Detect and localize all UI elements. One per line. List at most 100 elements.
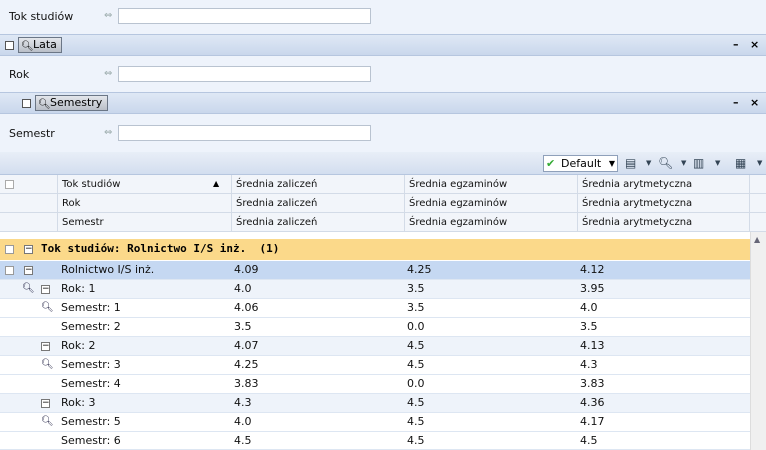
filter-tok-input[interactable] [118,8,371,24]
sort-asc-icon: ▲ [213,179,220,188]
filter-rok-arrow-icon: ⇔ [104,68,113,79]
drilldown-icon[interactable]: 🔍︎ [41,359,54,370]
row-egzaminow: 0.0 [407,320,425,333]
table-row[interactable]: 🔍︎ − Rok: 1 4.0 3.5 3.95 [0,280,750,299]
minimize-icon[interactable]: – [733,96,739,109]
panel-semestry-checkbox[interactable] [22,99,31,108]
close-icon[interactable]: × [750,96,759,109]
select-all-checkbox[interactable] [5,180,14,189]
row-name: Semestr: 1 [61,301,121,314]
header-cell[interactable]: Średnia egzaminów [404,194,577,213]
chevron-down-icon[interactable]: ▼ [715,159,720,167]
table-row[interactable]: − Rok: 3 4.3 4.5 4.36 [0,394,750,413]
header-cell[interactable]: Tok studiów [57,175,231,194]
table-row[interactable]: − Rok: 2 4.07 4.5 4.13 [0,337,750,356]
header-cell[interactable]: Średnia egzaminów [404,175,577,194]
group-row[interactable]: − Tok studiów: Rolnictwo I/S inż. (1) [0,239,750,260]
row-egzaminow: 4.5 [407,434,425,447]
filter-tok-row: Tok studiów ⇔ [0,0,766,34]
table-row[interactable]: − Rolnictwo I/S inż. 4.09 4.25 4.12 [0,261,750,280]
view-select[interactable]: ✔ Default ▼ [543,155,618,172]
filter-semestr-arrow-icon: ⇔ [104,127,113,138]
row-name: Semestr: 3 [61,358,121,371]
row-egzaminow: 3.5 [407,301,425,314]
minimize-icon[interactable]: – [733,38,739,51]
panel-lata-bar: 🔍︎ Lata – × [0,34,766,56]
panel-semestry-label: Semestry [50,96,103,109]
row-egzaminow: 4.5 [407,415,425,428]
drilldown-icon[interactable]: 🔍︎ [41,302,54,313]
header-row: Semestr Średnia zaliczeń Średnia egzamin… [0,213,766,232]
table-row[interactable]: Semestr: 4 3.83 0.0 3.83 [0,375,750,394]
view-check-icon: ✔ [546,157,556,170]
group-label: Tok studiów: Rolnictwo I/S inż. (1) [41,242,280,255]
row-name: Semestr: 5 [61,415,121,428]
header-cell[interactable]: Średnia egzaminów [404,213,577,232]
search-icon[interactable]: 🔍︎ [658,156,673,170]
close-icon[interactable]: × [750,38,759,51]
row-zaliczen: 4.25 [234,358,259,371]
row-name: Semestr: 2 [61,320,121,333]
header-cell[interactable]: Średnia zaliczeń [231,213,404,232]
scroll-up-icon[interactable]: ▲ [754,235,760,244]
layout-icon[interactable]: ▦ [735,156,746,170]
grid-toolbar: ✔ Default ▼ ▤ ▼ 🔍︎ ▼ ▥ ▼ ▦ ▼ [0,152,766,175]
row-arytmetyczna: 4.5 [580,434,598,447]
row-egzaminow: 4.5 [407,396,425,409]
header-cell[interactable]: Średnia zaliczeń [231,175,404,194]
filter-tok-arrow-icon: ⇔ [104,10,113,21]
header-cell[interactable]: Średnia arytmetyczna [577,175,750,194]
collapse-icon[interactable]: − [41,342,50,351]
header-cell[interactable]: Semestr [57,213,231,232]
table-row[interactable]: 🔍︎ Semestr: 5 4.0 4.5 4.17 [0,413,750,432]
row-name: Rok: 3 [61,396,96,409]
group-checkbox[interactable] [5,245,14,254]
export-icon[interactable]: ▤ [625,156,636,170]
row-name: Rok: 2 [61,339,96,352]
panel-lata-button[interactable]: 🔍︎ Lata [18,37,62,53]
row-egzaminow: 4.5 [407,358,425,371]
panel-lata-checkbox[interactable] [5,41,14,50]
row-arytmetyczna: 4.13 [580,339,605,352]
drilldown-icon[interactable]: 🔍︎ [22,283,35,294]
row-zaliczen: 4.07 [234,339,259,352]
row-checkbox[interactable] [5,266,14,275]
collapse-icon[interactable]: − [24,245,33,254]
chevron-down-icon[interactable]: ▼ [757,159,762,167]
search-icon: 🔍︎ [21,41,34,52]
panel-semestry-bar: 🔍︎ Semestry – × [0,92,766,114]
chevron-down-icon[interactable]: ▼ [681,159,686,167]
chevron-down-icon: ▼ [608,159,615,168]
table-row[interactable]: Semestr: 2 3.5 0.0 3.5 [0,318,750,337]
table-row[interactable]: 🔍︎ Semestr: 3 4.25 4.5 4.3 [0,356,750,375]
header-cell[interactable]: Rok [57,194,231,213]
header-cell[interactable]: Średnia arytmetyczna [577,194,750,213]
filter-rok-input[interactable] [118,66,371,82]
table-row[interactable]: Semestr: 6 4.5 4.5 4.5 [0,432,750,450]
collapse-icon[interactable]: − [41,399,50,408]
filter-tok-label: Tok studiów [9,10,74,23]
filter-rok-row: Rok ⇔ [0,56,766,92]
collapse-icon[interactable]: − [24,266,33,275]
vertical-scrollbar[interactable]: ▲ [750,232,766,450]
row-arytmetyczna: 4.3 [580,358,598,371]
drilldown-icon[interactable]: 🔍︎ [41,416,54,427]
row-name: Semestr: 4 [61,377,121,390]
view-select-label: Default [561,157,602,170]
collapse-icon[interactable]: − [41,285,50,294]
table-row[interactable]: 🔍︎ Semestr: 1 4.06 3.5 4.0 [0,299,750,318]
chevron-down-icon[interactable]: ▼ [646,159,651,167]
row-arytmetyczna: 4.0 [580,301,598,314]
header-cell[interactable]: Średnia arytmetyczna [577,213,750,232]
filter-rok-label: Rok [9,68,30,81]
row-arytmetyczna: 3.83 [580,377,605,390]
row-egzaminow: 4.25 [407,263,432,276]
filter-semestr-input[interactable] [118,125,371,141]
columns-icon[interactable]: ▥ [693,156,704,170]
panel-semestry-button[interactable]: 🔍︎ Semestry [35,95,108,111]
row-zaliczen: 4.06 [234,301,259,314]
row-arytmetyczna: 3.5 [580,320,598,333]
header-cell[interactable]: Średnia zaliczeń [231,194,404,213]
row-arytmetyczna: 3.95 [580,282,605,295]
header-row: Rok Średnia zaliczeń Średnia egzaminów Ś… [0,194,766,213]
